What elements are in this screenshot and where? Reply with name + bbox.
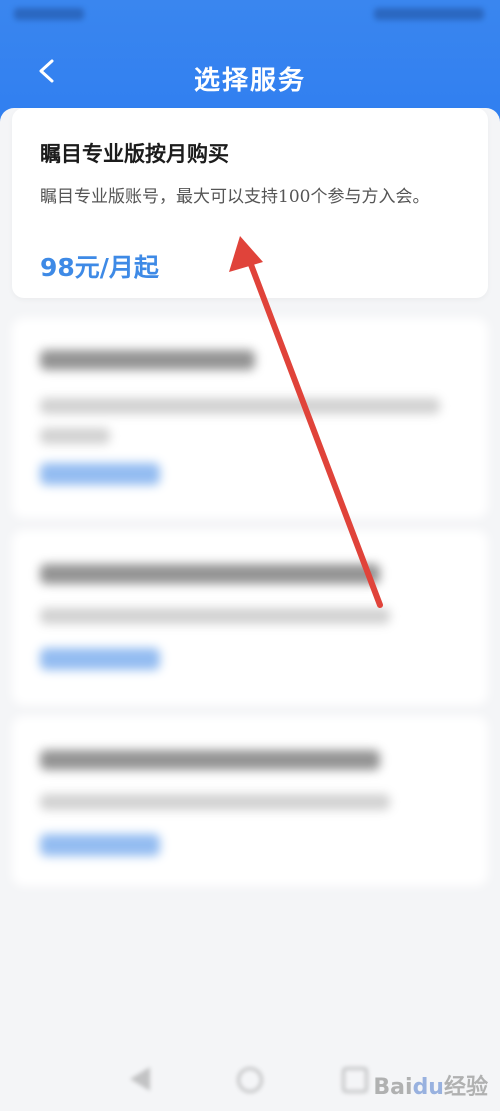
blurred-price xyxy=(40,648,160,670)
service-price: 98元/月起 xyxy=(40,253,159,282)
blurred-title xyxy=(40,350,255,370)
service-card-blurred[interactable] xyxy=(12,530,488,705)
watermark-logo: Baidu经验 xyxy=(373,1075,488,1100)
service-card-blurred[interactable] xyxy=(12,318,488,518)
blurred-description xyxy=(40,794,390,810)
page-title: 选择服务 xyxy=(193,66,306,96)
service-title: 瞩目专业版按月购买 xyxy=(40,141,229,166)
status-bar xyxy=(0,0,500,34)
nav-recent-icon[interactable] xyxy=(342,1067,368,1093)
status-left xyxy=(14,8,84,20)
blurred-title xyxy=(40,564,380,584)
nav-back-icon[interactable] xyxy=(130,1067,156,1093)
service-description: 瞩目专业版账号，最大可以支持100个参与方入会。 xyxy=(40,187,430,207)
blurred-title xyxy=(40,750,380,770)
service-card-blurred[interactable] xyxy=(12,716,488,886)
nav-home-icon[interactable] xyxy=(237,1067,263,1093)
blurred-price xyxy=(40,834,160,856)
blurred-description xyxy=(40,608,390,624)
blurred-description xyxy=(40,398,440,414)
blurred-price xyxy=(40,463,160,485)
blurred-description xyxy=(40,428,110,444)
service-card-pro-monthly[interactable]: 瞩目专业版按月购买 瞩目专业版账号，最大可以支持100个参与方入会。 98元/月… xyxy=(12,108,488,298)
status-right xyxy=(374,8,484,20)
